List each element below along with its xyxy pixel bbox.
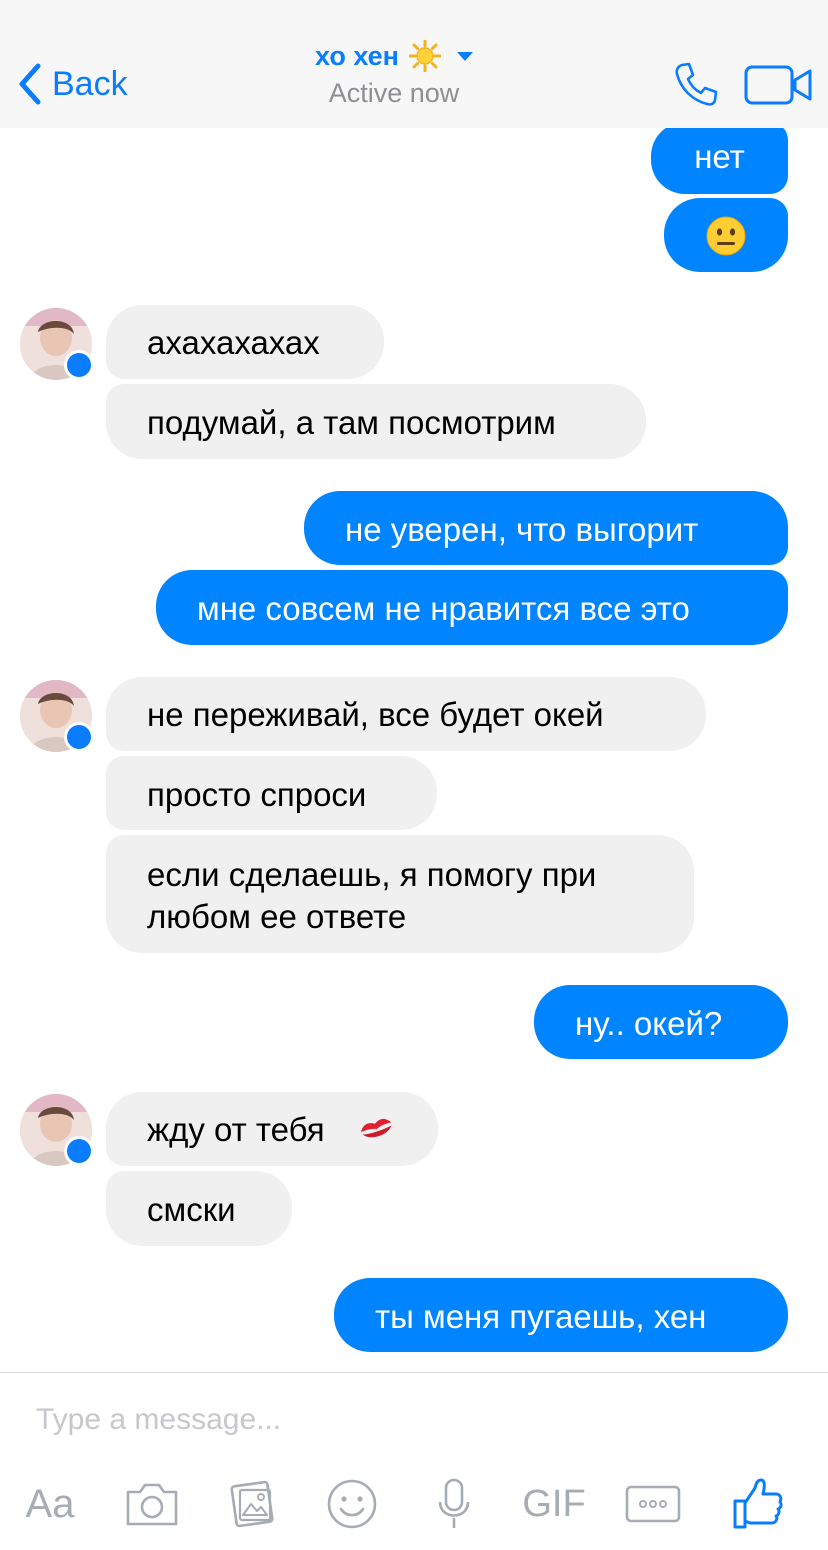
message-text: ахахахахах (147, 324, 320, 361)
message-bubble[interactable]: жду от тебя (106, 1092, 438, 1166)
message-bubble[interactable]: подумай, а там посмотрим (106, 384, 646, 459)
message-text: ты меня пугаешь, хен (375, 1298, 707, 1335)
message-text: не переживай, все будет окей (147, 696, 604, 733)
text-format-button[interactable]: Aa (20, 1474, 80, 1534)
message-bubble[interactable]: смски (106, 1171, 292, 1246)
message-thread[interactable]: нет ахахахахах подумай, а там посмотрим … (0, 128, 828, 1372)
active-status: Active now (328, 78, 460, 108)
message-text: нет (694, 138, 745, 175)
message-text: смски (147, 1191, 236, 1228)
message-bubble[interactable]: если сделаешь, я помогу при любом ее отв… (106, 835, 694, 953)
kiss-mark-emoji (360, 1118, 392, 1138)
composer-divider (0, 1372, 828, 1373)
message-bubble[interactable] (664, 198, 788, 272)
message-text: просто спроси (147, 776, 367, 813)
thumbs-up-icon[interactable] (730, 1474, 786, 1534)
gif-label: GIF (522, 1482, 586, 1525)
message-text: не уверен, что выгорит (345, 511, 699, 548)
caret-down-icon[interactable] (457, 51, 473, 61)
sun-icon (409, 40, 441, 72)
message-bubble[interactable]: ахахахахах (106, 305, 384, 379)
message-bubble[interactable]: нет (651, 128, 788, 194)
conversation-title[interactable]: хо хен Active now (0, 40, 788, 109)
message-bubble[interactable]: мне совсем не нравится все это (156, 570, 788, 645)
message-text: жду от тебя (147, 1111, 325, 1148)
neutral-face-emoji (706, 216, 746, 256)
gif-button[interactable]: GIF (518, 1474, 590, 1534)
photo-icon[interactable] (226, 1474, 280, 1534)
more-icon[interactable] (624, 1474, 682, 1534)
message-bubble[interactable]: просто спроси (106, 756, 437, 830)
message-input[interactable] (36, 1394, 796, 1446)
message-bubble[interactable]: ты меня пугаешь, хен (334, 1278, 788, 1352)
message-text: если сделаешь, я помогу при любом ее отв… (147, 856, 597, 935)
contact-name: хо хен (314, 40, 399, 71)
message-text: мне совсем не нравится все это (197, 590, 690, 627)
camera-icon[interactable] (124, 1474, 180, 1534)
messenger-badge-icon (64, 722, 94, 752)
message-bubble[interactable]: не переживай, все будет окей (106, 677, 706, 751)
message-bubble[interactable]: не уверен, что выгорит (304, 491, 788, 565)
chat-header: Back хо хен Active now (0, 0, 828, 128)
phone-icon[interactable] (672, 60, 720, 108)
aa-label: Aa (25, 1481, 75, 1526)
smiley-icon[interactable] (326, 1474, 378, 1534)
messenger-badge-icon (64, 1136, 94, 1166)
microphone-icon[interactable] (434, 1474, 474, 1534)
message-bubble[interactable]: ну.. окей? (534, 985, 788, 1059)
messenger-badge-icon (64, 350, 94, 380)
message-text: ну.. окей? (575, 1005, 723, 1042)
message-text: подумай, а там посмотрим (147, 404, 556, 441)
video-camera-icon[interactable] (744, 64, 814, 106)
